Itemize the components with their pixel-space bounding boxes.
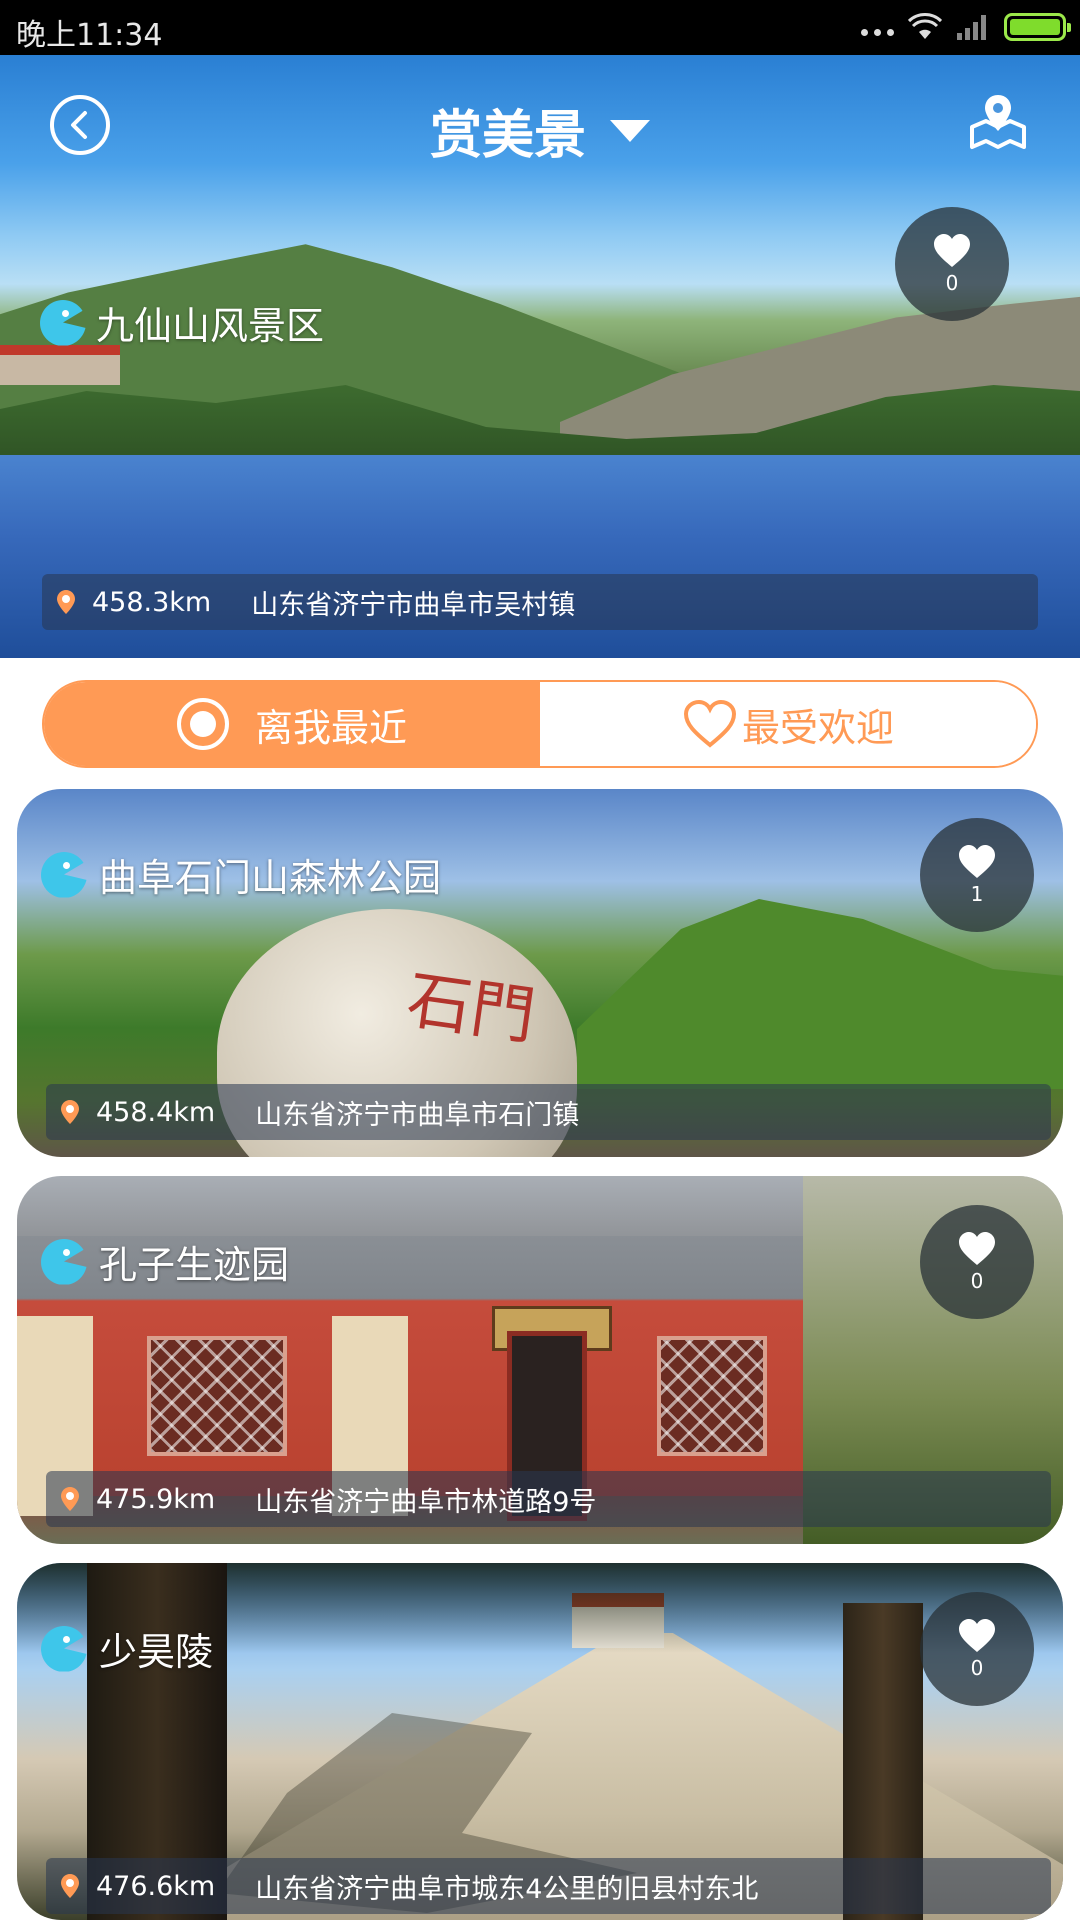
- featured-name: 九仙山风景区: [96, 304, 325, 348]
- spot-name: 曲阜石门山森林公园: [99, 856, 442, 900]
- spot-name: 孔子生迹园: [99, 1243, 290, 1287]
- card-title: 曲阜石门山森林公园: [41, 847, 441, 902]
- location-pin-icon: [61, 1874, 79, 1898]
- map-pin-icon: [970, 95, 1026, 149]
- page-title-text: 赏美景: [429, 106, 586, 166]
- heart-outline-icon: [683, 699, 736, 748]
- like-count: 1: [970, 882, 984, 906]
- status-icons: [861, 12, 1071, 42]
- tab-popular-label: 最受欢迎: [741, 705, 894, 750]
- location-bar: 458.4km 山东省济宁市曲阜市石门镇: [46, 1084, 1051, 1140]
- battery-icon: [1004, 13, 1071, 41]
- tab-nearest-label: 离我最近: [254, 705, 407, 750]
- card-title: 少昊陵: [41, 1621, 213, 1676]
- tab-popular[interactable]: 最受欢迎: [540, 682, 1036, 766]
- heart-icon: [934, 234, 970, 267]
- spot-card[interactable]: 石門 曲阜石门山森林公园 1 458.4km 山东省济宁市曲阜市石门镇: [17, 789, 1063, 1157]
- spot-distance: 476.6km: [96, 1870, 216, 1902]
- top-bar: 赏美景: [0, 55, 1080, 195]
- featured-address: 山东省济宁市曲阜市吴村镇: [251, 589, 576, 621]
- card-title: 孔子生迹园: [41, 1234, 289, 1289]
- spot-address: 山东省济宁曲阜市城东4公里的旧县村东北: [255, 1873, 759, 1905]
- like-count: 0: [945, 271, 959, 295]
- pacman-logo-icon: [41, 851, 87, 898]
- spot-address: 山东省济宁市曲阜市石门镇: [255, 1099, 580, 1131]
- spot-distance: 475.9km: [96, 1483, 216, 1515]
- spot-card[interactable]: 孔子生迹园 0 475.9km 山东省济宁曲阜市林道路9号: [17, 1176, 1063, 1544]
- like-button[interactable]: 1: [920, 818, 1034, 932]
- status-time: 晚上11:34: [16, 18, 163, 53]
- heart-icon: [959, 1232, 995, 1265]
- target-icon: [176, 698, 229, 750]
- pacman-logo-icon: [40, 299, 86, 346]
- page-title[interactable]: 赏美景: [0, 93, 1080, 168]
- wifi-icon: [908, 13, 942, 39]
- like-button[interactable]: 0: [895, 207, 1009, 321]
- like-count: 0: [970, 1269, 984, 1293]
- location-pin-icon: [61, 1487, 79, 1511]
- like-count: 0: [970, 1656, 984, 1680]
- spot-name: 少昊陵: [99, 1630, 214, 1674]
- dropdown-caret-icon: [610, 119, 650, 142]
- spot-distance: 458.4km: [96, 1096, 216, 1128]
- featured-location-bar: 458.3km 山东省济宁市曲阜市吴村镇: [42, 574, 1038, 630]
- like-button[interactable]: 0: [920, 1205, 1034, 1319]
- pacman-logo-icon: [41, 1238, 87, 1285]
- featured-title: 九仙山风景区: [40, 295, 324, 350]
- location-bar: 476.6km 山东省济宁曲阜市城东4公里的旧县村东北: [46, 1858, 1051, 1914]
- featured-distance: 458.3km: [92, 586, 212, 618]
- heart-icon: [959, 845, 995, 878]
- more-dots-icon: [861, 12, 894, 42]
- status-bar: 晚上11:34: [0, 0, 1080, 55]
- location-pin-icon: [61, 1100, 79, 1124]
- pacman-logo-icon: [41, 1625, 87, 1672]
- heart-icon: [959, 1619, 995, 1652]
- tab-nearest[interactable]: 离我最近: [44, 682, 540, 766]
- spot-address: 山东省济宁曲阜市林道路9号: [255, 1486, 597, 1518]
- location-pin-icon: [57, 590, 75, 614]
- location-bar: 475.9km 山东省济宁曲阜市林道路9号: [46, 1471, 1051, 1527]
- sort-tabs: 离我最近 最受欢迎: [42, 680, 1038, 768]
- like-button[interactable]: 0: [920, 1592, 1034, 1706]
- spot-card[interactable]: 少昊陵 0 476.6km 山东省济宁曲阜市城东4公里的旧县村东北: [17, 1563, 1063, 1920]
- map-button[interactable]: [968, 91, 1028, 151]
- signal-icon: [957, 15, 986, 40]
